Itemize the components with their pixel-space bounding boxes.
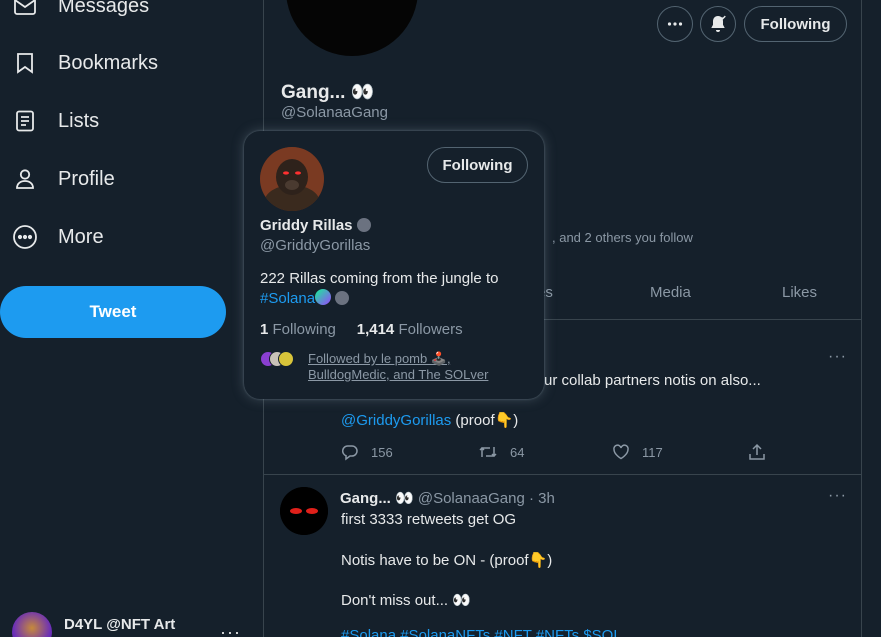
avatar: [12, 612, 52, 637]
following-label: Following: [272, 321, 336, 338]
sidebar-item-label: Lists: [58, 109, 100, 132]
tab-media[interactable]: Media: [650, 284, 691, 301]
person-icon: [12, 166, 38, 192]
more-horizontal-icon: [667, 22, 683, 26]
like-count: 117: [642, 444, 663, 460]
share-icon: [749, 443, 765, 460]
like-button[interactable]: 117: [612, 443, 663, 461]
heart-icon: [613, 444, 629, 460]
followers-count: 1,414: [356, 321, 395, 338]
account-switcher[interactable]: D4YL @NFT Art ···: [12, 612, 240, 637]
sidebar-item-messages[interactable]: Messages: [12, 0, 149, 28]
more-dots-icon[interactable]: ···: [828, 487, 847, 505]
profile-avatar[interactable]: [286, 0, 418, 56]
tweet-header: Gang... 👀 @SolanaaGang · 3h: [340, 489, 555, 507]
sidebar-item-bookmarks[interactable]: Bookmarks: [12, 41, 158, 85]
red-eyes-image: [280, 487, 328, 535]
following-button[interactable]: Following: [744, 6, 847, 42]
hover-card-avatar[interactable]: [260, 147, 324, 211]
bio-text: 222 Rillas coming from the jungle to: [260, 270, 499, 287]
more-circle-icon: [12, 224, 38, 250]
gorilla-emoji-icon: [335, 291, 350, 305]
tweet-text-suffix: (proof👇): [451, 412, 519, 429]
profile-handle: @SolanaaGang: [281, 104, 388, 121]
followers-stat[interactable]: 1,414 Followers: [357, 321, 463, 338]
followed-by-avatars: [260, 351, 294, 367]
bell-icon: [711, 15, 726, 32]
tweet-text: ur collab partners notis on also...: [544, 372, 761, 389]
more-options-button[interactable]: [657, 6, 693, 42]
notifications-button[interactable]: [700, 6, 736, 42]
following-stat[interactable]: 1 Following: [260, 321, 336, 338]
tweet-text: Notis have to be ON - (proof👇): [341, 552, 553, 569]
followers-label: Followers: [398, 321, 463, 338]
mention-link[interactable]: @GriddyGorillas: [341, 412, 451, 429]
followed-by-text[interactable]: , and 2 others you follow: [552, 230, 693, 245]
hashtag-link[interactable]: #Solana: [260, 290, 315, 307]
sidebar: Messages Bookmarks Lists Profile More Tw…: [0, 0, 264, 637]
tweet-avatar[interactable]: [280, 487, 328, 535]
followed-by-text: BulldogMedic, and The SOLver: [308, 367, 489, 382]
profile-name: Gang... 👀: [281, 82, 375, 103]
tweet-author-name[interactable]: Gang... 👀: [340, 490, 414, 507]
gorilla-emoji-icon: [356, 218, 371, 232]
tweet-button[interactable]: Tweet: [0, 286, 226, 338]
hover-card-handle[interactable]: @GriddyGorillas: [260, 237, 370, 254]
hover-card-stats: 1 Following 1,414 Followers: [260, 321, 463, 338]
solana-logo-icon: [315, 289, 332, 305]
envelope-icon: [12, 0, 38, 19]
hover-card-bio: 222 Rillas coming from the jungle to #So…: [260, 269, 530, 309]
hover-card-following-button[interactable]: Following: [427, 147, 528, 183]
more-dots-icon: ···: [220, 622, 241, 637]
tweet-handle-time: @SolanaaGang · 3h: [417, 490, 555, 507]
reply-button[interactable]: 156: [341, 443, 393, 461]
gorilla-image: [260, 147, 324, 211]
account-name: D4YL @NFT Art: [64, 616, 176, 633]
retweet-icon: [479, 446, 497, 458]
reply-count: 156: [371, 444, 393, 460]
tweet-text: Don't miss out... 👀: [341, 592, 471, 609]
following-count: 1: [260, 321, 269, 338]
sidebar-item-lists[interactable]: Lists: [12, 99, 99, 143]
sidebar-item-label: Bookmarks: [58, 51, 159, 74]
profile-hover-card: Following Griddy Rillas @GriddyGorillas …: [244, 131, 544, 399]
tweet-text: first 3333 retweets get OG: [341, 511, 517, 528]
share-button[interactable]: [748, 443, 766, 461]
tab-likes[interactable]: Likes: [782, 284, 817, 301]
tweet[interactable]: Gang... 👀 @SolanaaGang · 3h ··· first 33…: [264, 475, 862, 637]
more-dots-icon[interactable]: ···: [828, 348, 847, 366]
sidebar-item-label: Messages: [58, 0, 150, 17]
tweet-text: @GriddyGorillas (proof👇): [341, 411, 518, 429]
bookmark-icon: [12, 50, 38, 76]
sidebar-item-profile[interactable]: Profile: [12, 157, 115, 201]
hover-card-name[interactable]: Griddy Rillas: [260, 217, 371, 234]
followed-by-text: Followed by le pomb 🕹️,: [308, 351, 451, 366]
followed-by-link[interactable]: Followed by le pomb 🕹️, BulldogMedic, an…: [308, 351, 488, 383]
sidebar-item-label: More: [58, 225, 104, 248]
sidebar-item-label: Profile: [58, 167, 115, 190]
sidebar-item-more[interactable]: More: [12, 215, 104, 259]
tweet-hashtags[interactable]: #Solana #SolanaNFTs #NFT #NFTs $SOL: [341, 627, 622, 637]
reply-icon: [341, 445, 358, 461]
list-icon: [12, 108, 38, 134]
retweet-count: 64: [510, 444, 525, 460]
avatar: [278, 351, 294, 367]
hover-card-name-text: Griddy Rillas: [260, 217, 353, 234]
retweet-button[interactable]: 64: [478, 443, 524, 461]
